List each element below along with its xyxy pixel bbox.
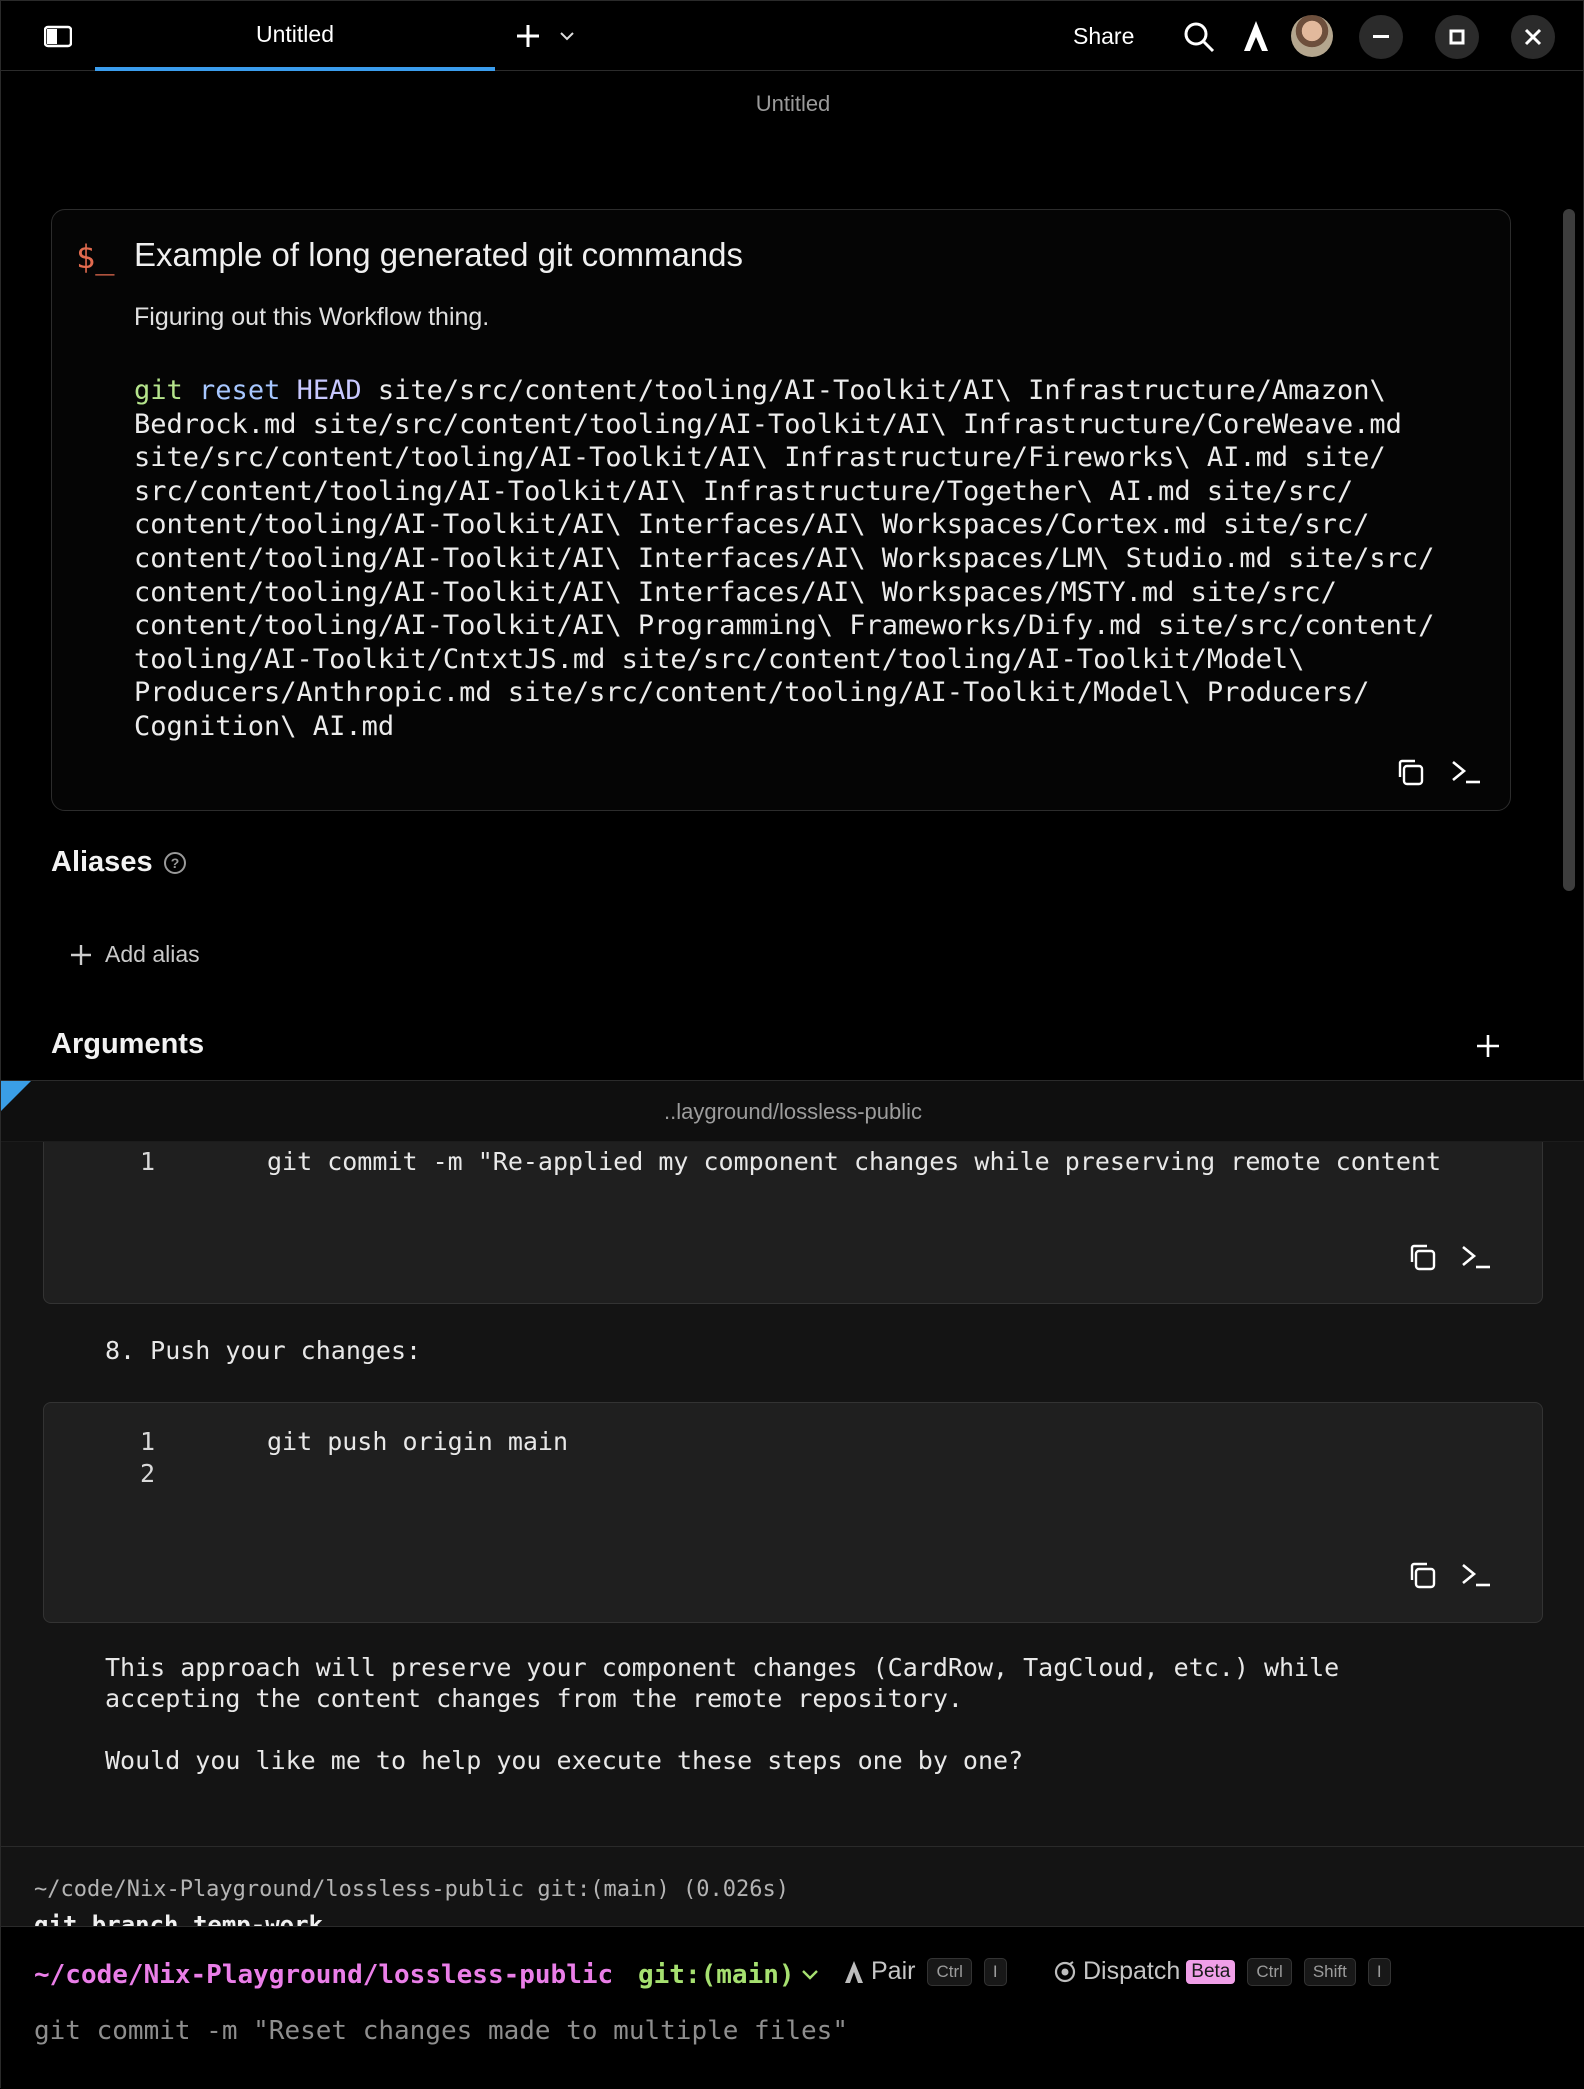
close-icon (1524, 28, 1542, 46)
close-button[interactable] (1511, 15, 1555, 59)
git-branch-label: git:(main) (638, 1960, 795, 1990)
add-alias-label: Add alias (105, 941, 200, 967)
workflow-card: $_ Example of long generated git command… (51, 209, 1511, 811)
workflow-description[interactable]: Figuring out this Workflow thing. (134, 303, 489, 332)
aliases-label: Aliases (51, 846, 153, 878)
code-block: 1 2 git push origin main (43, 1402, 1543, 1623)
pair-label: Pair (871, 1957, 916, 1985)
previous-command-text: git branch temp-work (34, 1911, 323, 1926)
document-title: Untitled (755, 91, 831, 116)
output-text: accepting the content changes from the r… (105, 1684, 963, 1713)
workflow-prompt-icon: $_ (76, 238, 115, 276)
command-line: Producers/Anthropic.md site/src/content/… (134, 677, 1370, 709)
beta-badge: Beta (1186, 1959, 1236, 1984)
run-in-terminal-icon[interactable] (1458, 1239, 1494, 1275)
output-text: Would you like me to help you execute th… (105, 1746, 1024, 1775)
command-line: Cognition\ AI.md (134, 710, 395, 742)
command-line: site/src/content/tooling/AI-Toolkit/AI\ … (361, 375, 1386, 406)
kbd-key: I (1367, 1957, 1391, 1986)
pane-path: ..layground/lossless-public (663, 1099, 923, 1124)
arguments-heading: Arguments (51, 1028, 205, 1060)
kbd-key: Ctrl (1247, 1957, 1292, 1986)
command-line: Bedrock.md site/src/content/tooling/AI-T… (134, 408, 1402, 440)
copy-icon[interactable] (1392, 754, 1428, 790)
tab-title: Untitled (256, 20, 334, 47)
tab-untitled[interactable]: Untitled (95, 1, 495, 71)
warp-ai-icon (845, 1960, 863, 1983)
line-number: 2 (140, 1459, 156, 1488)
command-input[interactable]: git commit -m "Reset changes made to mul… (34, 2016, 848, 2046)
avatar[interactable] (1291, 15, 1333, 57)
cmd-token-head: HEAD (296, 375, 362, 406)
aliases-heading: Aliases ? (51, 846, 187, 879)
previous-command-block[interactable]: ~/code/Nix-Playground/lossless-public gi… (1, 1846, 1584, 1926)
chevron-down-icon (801, 1970, 818, 1980)
command-input-area: ~/code/Nix-Playground/lossless-public gi… (1, 1926, 1584, 2089)
workflow-title[interactable]: Example of long generated git commands (134, 236, 743, 274)
pair-button[interactable]: Pair Ctrl I (843, 1957, 1007, 1986)
dispatch-button[interactable]: Dispatch Beta Ctrl Shift I (1053, 1957, 1391, 1986)
kbd-key: I (983, 1957, 1007, 1986)
help-icon[interactable]: ? (163, 851, 187, 875)
cmd-token-git: git (134, 375, 183, 406)
command-line: content/tooling/AI-Toolkit/AI\ Interface… (134, 509, 1370, 541)
editor-scrollbar[interactable] (1563, 209, 1575, 891)
workflow-command[interactable]: git reset HEAD site/src/content/tooling/… (134, 374, 1499, 744)
dispatch-label: Dispatch (1083, 1957, 1181, 1985)
line-number: 1 (140, 1147, 156, 1176)
code-block: 1 git commit -m "Re-applied my component… (43, 1142, 1543, 1304)
minimize-button[interactable] (1359, 15, 1403, 59)
command-line: site/src/content/tooling/AI-Toolkit/AI\ … (134, 442, 1386, 474)
pane-header[interactable]: ..layground/lossless-public (1, 1080, 1584, 1142)
maximize-button[interactable] (1435, 15, 1479, 59)
title-bar: Untitled Share (1, 1, 1584, 71)
code-line[interactable]: git commit -m "Re-applied my component c… (267, 1147, 1441, 1176)
current-directory: ~/code/Nix-Playground/lossless-public (34, 1960, 614, 1990)
step-heading: 8. Push your changes: (105, 1336, 422, 1365)
copy-icon[interactable] (1404, 1557, 1440, 1593)
share-button[interactable]: Share (1073, 23, 1134, 50)
output-text: This approach will preserve your compone… (105, 1653, 1340, 1682)
sidebar-toggle-icon[interactable] (41, 19, 75, 53)
previous-command-path: ~/code/Nix-Playground/lossless-public gi… (34, 1877, 789, 1902)
command-line: tooling/AI-Toolkit/CntxtJS.md site/src/c… (134, 643, 1305, 675)
dispatch-icon (1054, 1960, 1076, 1982)
search-icon[interactable] (1181, 19, 1217, 55)
command-line: src/content/tooling/AI-Toolkit/AI\ Infra… (134, 475, 1354, 507)
git-branch-chip[interactable]: git:(main) (638, 1960, 819, 1990)
maximize-icon (1449, 29, 1465, 45)
copy-icon[interactable] (1404, 1239, 1440, 1275)
terminal-output: 1 git commit -m "Re-applied my component… (1, 1142, 1584, 1846)
add-alias-button[interactable]: Add alias (69, 941, 200, 968)
warp-ai-icon[interactable] (1239, 17, 1273, 55)
cmd-token-reset: reset (199, 375, 281, 406)
plus-icon (71, 944, 91, 965)
minimize-icon (1373, 35, 1389, 38)
svg-text:?: ? (170, 855, 179, 871)
command-line: content/tooling/AI-Toolkit/AI\ Programmi… (134, 610, 1435, 642)
add-argument-icon[interactable] (1473, 1031, 1503, 1061)
kbd-key: Ctrl (927, 1957, 972, 1986)
warp-window: Untitled Share Untitled $_ Example of lo… (0, 0, 1584, 2089)
command-line: content/tooling/AI-Toolkit/AI\ Interface… (134, 542, 1435, 574)
code-line[interactable]: git push origin main (267, 1427, 568, 1456)
kbd-key: Shift (1303, 1957, 1356, 1986)
run-in-terminal-icon[interactable] (1448, 754, 1484, 790)
new-tab-plus-icon[interactable] (511, 19, 545, 53)
line-number: 1 (140, 1427, 156, 1456)
run-in-terminal-icon[interactable] (1458, 1557, 1494, 1593)
chevron-down-icon[interactable] (555, 23, 579, 49)
command-line: content/tooling/AI-Toolkit/AI\ Interface… (134, 576, 1337, 608)
